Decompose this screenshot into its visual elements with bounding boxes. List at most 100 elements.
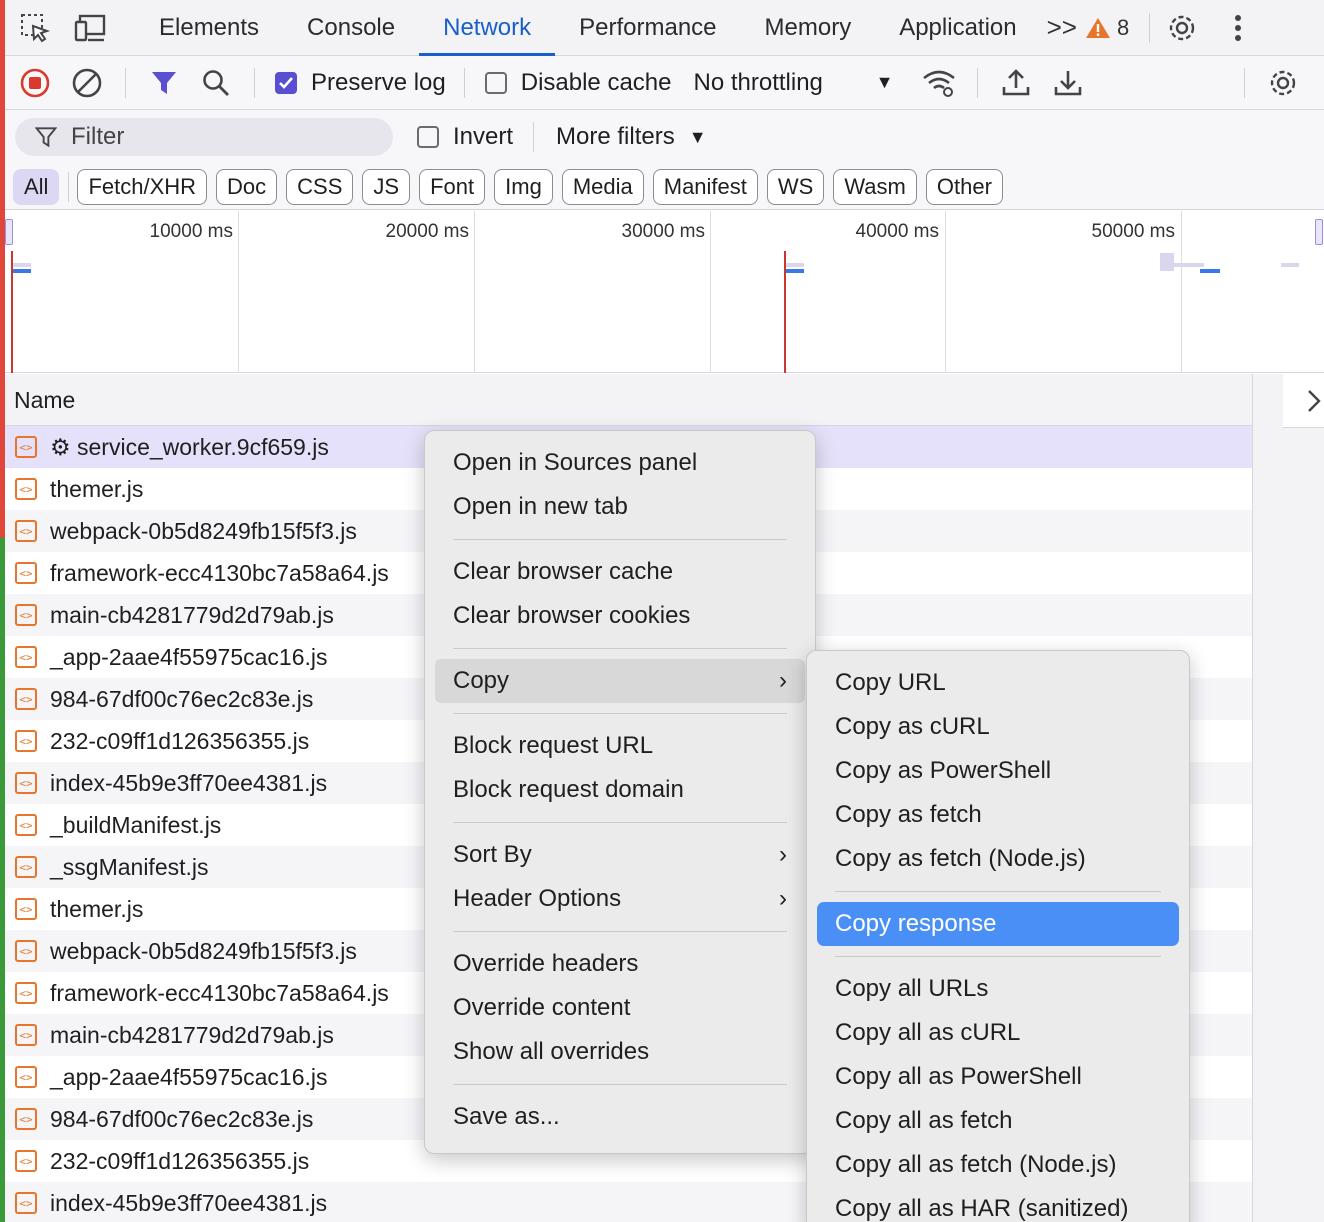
menu-item-copy-fetch[interactable]: Copy as fetch xyxy=(807,793,1189,837)
menu-item-show-overrides[interactable]: Show all overrides xyxy=(425,1030,815,1074)
tab-console[interactable]: Console xyxy=(283,0,419,56)
export-har-icon[interactable] xyxy=(1042,57,1094,109)
type-chip-doc[interactable]: Doc xyxy=(216,168,278,205)
timeline-right-handle[interactable] xyxy=(1315,219,1323,245)
invert-toggle[interactable]: Invert xyxy=(417,123,513,151)
stop-recording-icon[interactable] xyxy=(9,57,61,109)
timeline-overview[interactable]: 10000 ms 20000 ms 30000 ms 40000 ms 5000… xyxy=(5,211,1324,373)
disable-cache-toggle[interactable]: Disable cache xyxy=(484,69,671,97)
timeline-request-bar xyxy=(13,269,31,273)
timeline-left-handle[interactable] xyxy=(5,219,13,245)
menu-item-copy[interactable]: Copy › xyxy=(435,659,805,703)
menu-item-copy-all-urls[interactable]: Copy all URLs xyxy=(807,967,1189,1011)
menu-item-copy-all-fetch-node[interactable]: Copy all as fetch (Node.js) xyxy=(807,1143,1189,1187)
preserve-log-checkbox[interactable] xyxy=(275,71,297,94)
menu-item-open-sources[interactable]: Open in Sources panel xyxy=(425,441,815,485)
request-name: main-cb4281779d2d79ab.js xyxy=(50,1021,334,1048)
menu-item-override-content[interactable]: Override content xyxy=(425,986,815,1030)
script-file-icon: <> xyxy=(15,1192,37,1214)
preserve-log-toggle[interactable]: Preserve log xyxy=(275,69,446,97)
request-name: _ssgManifest.js xyxy=(50,853,209,880)
more-tabs-button[interactable]: >> xyxy=(1047,12,1077,43)
tab-application[interactable]: Application xyxy=(875,0,1040,56)
type-chip-media[interactable]: Media xyxy=(561,168,644,205)
script-file-icon: <> xyxy=(15,604,37,626)
more-options-icon[interactable] xyxy=(1218,8,1258,48)
type-chip-css[interactable]: CSS xyxy=(286,168,354,205)
menu-item-sort-by[interactable]: Sort By › xyxy=(425,833,815,877)
menu-item-open-new-tab[interactable]: Open in new tab xyxy=(425,485,815,529)
timeline-gridline xyxy=(945,211,946,373)
throttling-value: No throttling xyxy=(693,68,823,96)
menu-item-copy-all-fetch[interactable]: Copy all as fetch xyxy=(807,1099,1189,1143)
menu-item-copy-powershell[interactable]: Copy as PowerShell xyxy=(807,749,1189,793)
disable-cache-checkbox[interactable] xyxy=(484,71,507,94)
menu-item-clear-cache[interactable]: Clear browser cache xyxy=(425,550,815,594)
script-file-icon: <> xyxy=(15,772,37,794)
request-name: themer.js xyxy=(50,475,144,502)
menu-separator xyxy=(453,931,787,932)
device-toolbar-icon[interactable] xyxy=(71,8,111,48)
request-name: _buildManifest.js xyxy=(50,811,222,838)
menu-item-block-domain[interactable]: Block request domain xyxy=(425,768,815,812)
filter-icon xyxy=(35,127,57,148)
tab-elements[interactable]: Elements xyxy=(135,0,283,56)
menu-item-clear-cookies[interactable]: Clear browser cookies xyxy=(425,594,815,638)
menu-separator xyxy=(835,956,1161,957)
menu-item-override-headers[interactable]: Override headers xyxy=(425,942,815,986)
request-name: main-cb4281779d2d79ab.js xyxy=(50,601,334,628)
menu-item-copy-all-curl[interactable]: Copy all as cURL xyxy=(807,1011,1189,1055)
menu-item-block-url[interactable]: Block request URL xyxy=(425,724,815,768)
expand-panel-button[interactable] xyxy=(1283,374,1324,428)
tab-memory[interactable]: Memory xyxy=(741,0,876,56)
name-column-header[interactable]: Name xyxy=(5,374,1252,426)
type-chip-fetch-xhr[interactable]: Fetch/XHR xyxy=(77,168,208,205)
type-chip-manifest[interactable]: Manifest xyxy=(652,168,758,205)
divider xyxy=(68,171,70,202)
request-name: 984-67df00c76ec2c83e.js xyxy=(50,1105,314,1132)
request-name: index-45b9e3ff70ee4381.js xyxy=(50,769,328,796)
type-chip-ws[interactable]: WS xyxy=(766,168,825,205)
type-chip-wasm[interactable]: Wasm xyxy=(833,168,917,205)
script-file-icon: <> xyxy=(15,1108,37,1130)
filter-funnel-icon[interactable] xyxy=(138,57,190,109)
divider xyxy=(533,122,535,152)
throttling-select[interactable]: No throttling ▼ xyxy=(693,69,893,97)
inspect-element-icon[interactable] xyxy=(15,8,55,48)
invert-checkbox[interactable] xyxy=(417,126,439,148)
menu-item-copy-curl[interactable]: Copy as cURL xyxy=(807,705,1189,749)
tab-network[interactable]: Network xyxy=(419,0,556,56)
import-har-icon[interactable] xyxy=(990,57,1042,109)
menu-item-copy-fetch-node[interactable]: Copy as fetch (Node.js) xyxy=(807,837,1189,881)
clear-log-icon[interactable] xyxy=(61,57,113,109)
menu-item-copy-all-har[interactable]: Copy all as HAR (sanitized) xyxy=(807,1187,1189,1222)
request-name: _app-2aae4f55975cac16.js xyxy=(50,1063,328,1090)
chevron-right-icon: › xyxy=(779,667,787,694)
type-chip-other[interactable]: Other xyxy=(925,168,1003,205)
type-chip-all[interactable]: All xyxy=(13,168,60,205)
tab-performance[interactable]: Performance xyxy=(555,0,740,56)
network-conditions-icon[interactable] xyxy=(913,57,965,109)
menu-item-copy-response[interactable]: Copy response xyxy=(817,902,1179,946)
menu-item-save-as[interactable]: Save as... xyxy=(425,1095,815,1139)
warning-icon xyxy=(1086,17,1110,38)
timeline-request-bar xyxy=(1281,263,1299,267)
type-chip-img[interactable]: Img xyxy=(494,168,553,205)
request-name: webpack-0b5d8249fb15f5f3.js xyxy=(50,937,357,964)
timeline-tick-label: 10000 ms xyxy=(149,221,233,242)
type-chip-js[interactable]: JS xyxy=(362,168,411,205)
search-icon[interactable] xyxy=(190,57,242,109)
menu-item-copy-url[interactable]: Copy URL xyxy=(807,661,1189,705)
warnings-indicator[interactable]: 8 xyxy=(1085,15,1129,41)
request-name: ⚙ service_worker.9cf659.js xyxy=(50,433,329,460)
menu-item-copy-all-powershell[interactable]: Copy all as PowerShell xyxy=(807,1055,1189,1099)
script-file-icon: <> xyxy=(15,856,37,878)
preserve-log-label: Preserve log xyxy=(311,68,446,96)
type-chip-font[interactable]: Font xyxy=(419,168,486,205)
filter-input[interactable]: Filter xyxy=(15,118,393,156)
settings-gear-icon[interactable] xyxy=(1162,8,1202,48)
timeline-gridline xyxy=(238,211,239,373)
network-settings-gear-icon[interactable] xyxy=(1257,57,1309,109)
menu-item-header-options[interactable]: Header Options › xyxy=(425,877,815,921)
more-filters-dropdown[interactable]: More filters ▼ xyxy=(556,123,707,151)
